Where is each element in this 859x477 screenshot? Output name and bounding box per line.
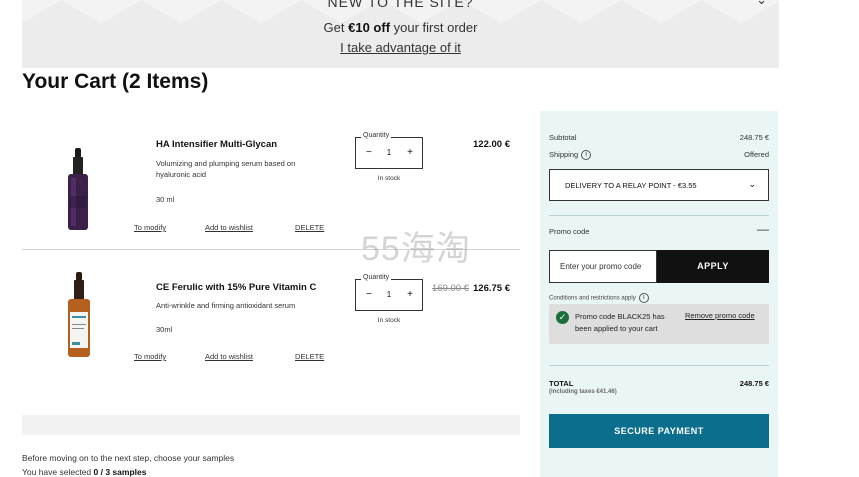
banner-title: NEW TO THE SITE?: [327, 0, 474, 10]
info-icon[interactable]: i: [581, 150, 592, 161]
add-to-wishlist-link[interactable]: Add to wishlist: [205, 223, 253, 232]
order-summary: Subtotal 248.75 € Shipping i Offered DELI…: [540, 111, 778, 477]
delete-link[interactable]: DELETE: [295, 223, 324, 232]
product-image-amber-serum-bottle[interactable]: [62, 272, 96, 360]
samples-bar: [22, 415, 520, 435]
shipping-label: Shipping: [549, 150, 579, 159]
stock-status: In stock: [377, 317, 401, 324]
secure-payment-button[interactable]: SECURE PAYMENT: [549, 414, 769, 448]
samples-prompt: Before moving on to the next step, choos…: [22, 453, 235, 463]
quantity-label: Quantity: [361, 132, 392, 139]
shipping-value: Offered: [744, 150, 769, 159]
delivery-method-value: DELIVERY TO A RELAY POINT - €3.55: [565, 181, 697, 190]
promo-banner: NEW TO THE SITE? Get €10 off your first …: [22, 0, 779, 68]
remove-promo-link[interactable]: Remove promo code: [685, 311, 755, 320]
product-image-purple-serum-bottle[interactable]: [62, 148, 96, 234]
cart-item: CE Ferulic with 15% Pure Vitamin C Anti-…: [22, 262, 520, 372]
total-label: TOTAL: [549, 379, 574, 388]
delete-link[interactable]: DELETE: [295, 352, 324, 361]
product-size: 30ml: [156, 325, 173, 334]
product-name[interactable]: HA Intensifier Multi-Glycan: [156, 139, 277, 150]
info-icon[interactable]: i: [638, 293, 649, 303]
quantity-stepper: Quantity − 1 +: [355, 132, 423, 169]
item-price-value: 122.00 €: [473, 139, 510, 150]
subtotal-row: Subtotal 248.75 €: [549, 133, 769, 142]
subtotal-label: Subtotal: [549, 133, 577, 142]
subtotal-value: 248.75 €: [739, 133, 769, 142]
product-size: 30 ml: [156, 195, 175, 204]
chevron-down-icon: ⌄: [748, 179, 756, 189]
product-description: Anti-wrinkle and firming antioxidant ser…: [156, 301, 296, 310]
product-name[interactable]: CE Ferulic with 15% Pure Vitamin C: [156, 282, 316, 293]
modify-link[interactable]: To modify: [134, 223, 166, 232]
banner-offer: Get €10 off your first order: [323, 20, 478, 35]
original-price: 169.00 €: [432, 283, 470, 294]
item-price: 169.00 €126.75 €: [432, 283, 510, 294]
watermark: 55海淘: [361, 230, 471, 268]
quantity-increase-button[interactable]: +: [407, 289, 413, 300]
apply-promo-button[interactable]: APPLY: [657, 250, 769, 283]
item-price-value: 126.75 €: [473, 283, 510, 294]
product-description: Volumizing and plumping serum based on h…: [156, 159, 296, 179]
chevron-down-icon[interactable]: ⌄: [756, 0, 767, 8]
promo-applied-notice: ✓ Promo code BLACK25 has been applied to…: [549, 304, 769, 344]
divider: [549, 365, 769, 366]
divider: [549, 215, 769, 216]
shipping-row: Shipping i Offered: [549, 150, 769, 161]
promo-code-label: Promo code: [549, 227, 590, 236]
total-value: 248.75 €: [739, 379, 769, 388]
quantity-label: Quantity: [361, 274, 392, 281]
add-to-wishlist-link[interactable]: Add to wishlist: [205, 352, 253, 361]
delivery-method-select[interactable]: DELIVERY TO A RELAY POINT - €3.55 ⌄: [549, 169, 769, 201]
banner-offer-link[interactable]: I take advantage of it: [22, 40, 779, 55]
conditions-note: Conditions and restrictions apply i: [549, 293, 649, 303]
modify-link[interactable]: To modify: [134, 352, 166, 361]
promo-applied-message: Promo code BLACK25 has been applied to y…: [575, 312, 665, 333]
page-title: Your Cart (2 Items): [22, 70, 209, 93]
promo-code-input[interactable]: [549, 250, 657, 283]
quantity-increase-button[interactable]: +: [407, 147, 413, 158]
item-price: 122.00 €: [473, 139, 510, 150]
check-icon: ✓: [556, 311, 569, 324]
quantity-stepper: Quantity − 1 +: [355, 274, 423, 311]
stock-status: In stock: [377, 175, 401, 182]
collapse-promo-icon[interactable]: —: [757, 222, 769, 236]
samples-count: You have selected 0 / 3 samples: [22, 467, 147, 477]
total-taxes: (including taxes €41.46): [549, 389, 617, 395]
